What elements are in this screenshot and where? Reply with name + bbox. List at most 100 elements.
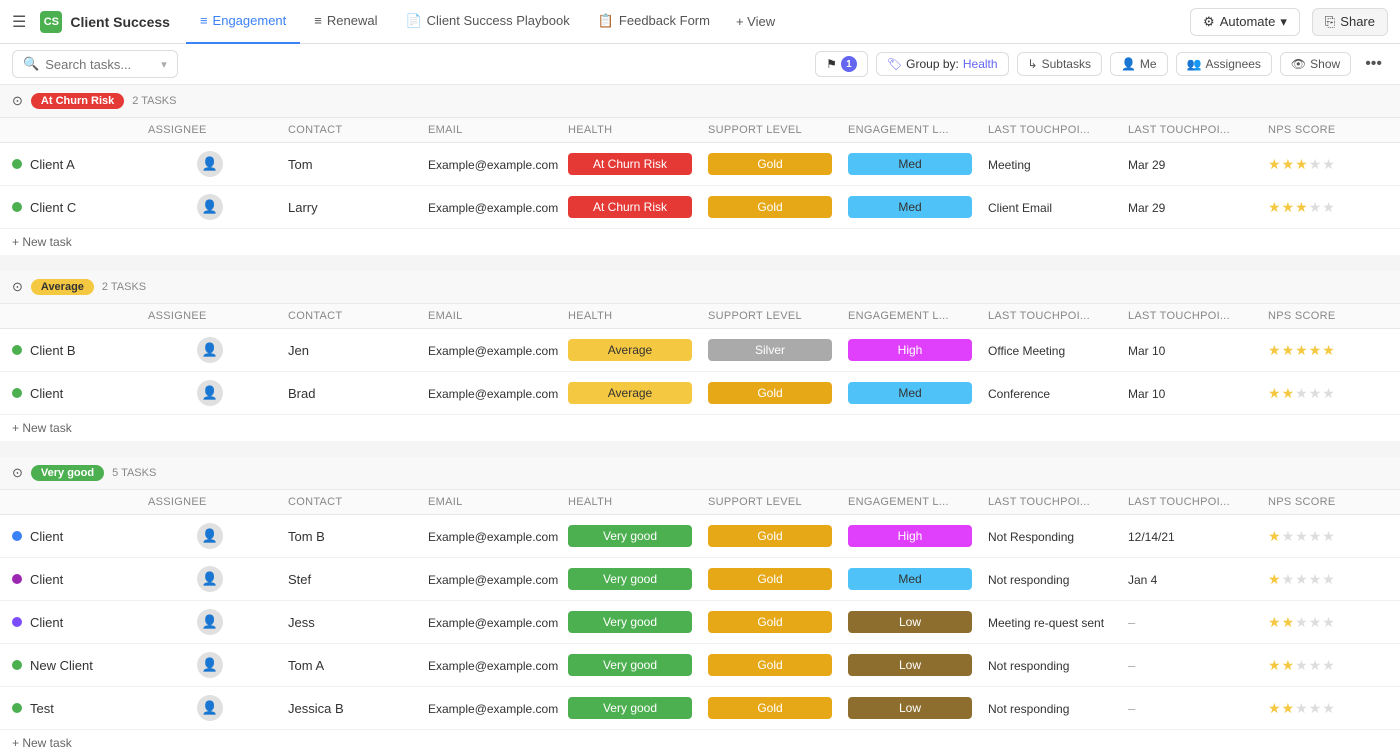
contact-name: Jen: [288, 343, 309, 358]
avatar: 👤: [197, 609, 223, 635]
tab-renewal-label: Renewal: [327, 13, 378, 28]
filter-button[interactable]: ⚑ 1: [815, 51, 868, 77]
show-button[interactable]: 👁 Show: [1280, 52, 1351, 76]
group-churn: ⊙ At Churn Risk 2 TASKS ASSIGNEE CONTACT…: [0, 85, 1400, 271]
table-row[interactable]: Client 👤 Brad Example@example.com Averag…: [0, 372, 1400, 415]
health-badge: Very good: [568, 697, 692, 719]
share-button[interactable]: ⎘ Share: [1312, 8, 1388, 36]
task-dot: [12, 531, 22, 541]
me-button[interactable]: 👤 Me: [1110, 52, 1168, 76]
col-header-touchpoint2: LAST TOUCHPOI...: [1120, 304, 1260, 329]
table-row[interactable]: New Client 👤 Tom A Example@example.com V…: [0, 644, 1400, 687]
subtasks-button[interactable]: ↳ Subtasks: [1017, 52, 1102, 76]
group-by-label: Group by:: [906, 57, 959, 71]
col-header-contact: CONTACT: [280, 304, 420, 329]
avatar: 👤: [197, 695, 223, 721]
tab-renewal[interactable]: ≡ Renewal: [300, 0, 391, 44]
star-4: ★: [1309, 199, 1322, 216]
engagement-badge: Med: [848, 196, 972, 218]
contact-name: Larry: [288, 200, 318, 215]
new-task-label[interactable]: + New task: [12, 235, 72, 249]
churn-collapse-icon[interactable]: ⊙: [12, 93, 23, 109]
col-header-touchpoint2: LAST TOUCHPOI...: [1120, 118, 1260, 143]
group-by-button[interactable]: 🏷 Group by: Health: [876, 52, 1009, 76]
col-header-name: [0, 490, 140, 515]
renewal-icon: ≡: [314, 13, 322, 28]
automate-label: Automate: [1220, 14, 1276, 29]
health-cell: Very good: [560, 644, 700, 687]
add-view-button[interactable]: + View: [724, 0, 787, 44]
contact-cell: Jess: [280, 601, 420, 644]
new-task-row-verygood[interactable]: + New task: [0, 730, 1400, 756]
table-row[interactable]: Client 👤 Stef Example@example.com Very g…: [0, 558, 1400, 601]
automate-button[interactable]: ⚙ Automate ▾: [1190, 8, 1300, 36]
touchpoint-text: Not responding: [988, 702, 1069, 716]
hamburger-icon[interactable]: ☰: [12, 12, 26, 32]
task-dot: [12, 202, 22, 212]
star-2: ★: [1282, 156, 1295, 173]
nps-stars: ★ ★ ★ ★ ★: [1268, 199, 1392, 216]
nav-tabs: ≡ Engagement ≡ Renewal 📄 Client Success …: [186, 0, 787, 44]
table-row[interactable]: Client C 👤 Larry Example@example.com At …: [0, 186, 1400, 229]
new-task-label[interactable]: + New task: [12, 421, 72, 435]
assignee-cell: 👤: [140, 644, 280, 687]
touchpoint-date: Mar 29: [1128, 201, 1165, 215]
table-row[interactable]: Client 👤 Jess Example@example.com Very g…: [0, 601, 1400, 644]
health-badge: Very good: [568, 568, 692, 590]
task-dot: [12, 617, 22, 627]
star-5: ★: [1322, 199, 1335, 216]
health-cell: Average: [560, 329, 700, 372]
task-name-label: Test: [30, 701, 54, 716]
churn-badge: At Churn Risk: [31, 93, 124, 109]
nps-cell: ★ ★ ★ ★ ★: [1260, 515, 1400, 558]
filter-icon: ⚑: [826, 57, 837, 71]
table-row[interactable]: Client B 👤 Jen Example@example.com Avera…: [0, 329, 1400, 372]
table-row[interactable]: Client 👤 Tom B Example@example.com Very …: [0, 515, 1400, 558]
assignee-cell: 👤: [140, 186, 280, 229]
playbook-icon: 📄: [405, 13, 421, 29]
assignees-button[interactable]: 👥 Assignees: [1176, 52, 1272, 76]
contact-name: Brad: [288, 386, 315, 401]
average-collapse-icon[interactable]: ⊙: [12, 279, 23, 295]
avatar: 👤: [197, 380, 223, 406]
table-row[interactable]: Test 👤 Jessica B Example@example.com Ver…: [0, 687, 1400, 730]
email-cell: Example@example.com: [420, 601, 560, 644]
engagement-badge: High: [848, 339, 972, 361]
col-header-support: SUPPORT LEVEL: [700, 118, 840, 143]
col-header-contact: CONTACT: [280, 490, 420, 515]
tab-engagement[interactable]: ≡ Engagement: [186, 0, 300, 44]
verygood-collapse-icon[interactable]: ⊙: [12, 465, 23, 481]
tab-feedback[interactable]: 📋 Feedback Form: [584, 0, 724, 44]
task-name-label: Client A: [30, 157, 75, 172]
avatar: 👤: [197, 652, 223, 678]
new-task-row-churn[interactable]: + New task: [0, 229, 1400, 256]
share-label: Share: [1340, 14, 1375, 29]
tab-playbook[interactable]: 📄 Client Success Playbook: [391, 0, 583, 44]
task-name-cell: New Client: [0, 644, 140, 687]
nps-cell: ★ ★ ★ ★ ★: [1260, 558, 1400, 601]
touchpoint1-cell: Not Responding: [980, 515, 1120, 558]
search-input[interactable]: [45, 57, 155, 72]
nps-cell: ★ ★ ★ ★ ★: [1260, 329, 1400, 372]
avatar: 👤: [197, 566, 223, 592]
star-5: ★: [1322, 156, 1335, 173]
new-task-label[interactable]: + New task: [12, 736, 72, 750]
support-badge: Silver: [708, 339, 832, 361]
email-cell: Example@example.com: [420, 644, 560, 687]
star-3: ★: [1295, 385, 1308, 402]
search-box[interactable]: 🔍 ▾: [12, 50, 178, 78]
support-cell: Gold: [700, 186, 840, 229]
touchpoint-date: –: [1128, 615, 1135, 630]
col-header-support: SUPPORT LEVEL: [700, 490, 840, 515]
contact-name: Jess: [288, 615, 315, 630]
new-task-row-average[interactable]: + New task: [0, 415, 1400, 442]
task-name-label: Client: [30, 529, 63, 544]
more-options-button[interactable]: •••: [1359, 51, 1388, 77]
contact-name: Stef: [288, 572, 311, 587]
touchpoint-date: Mar 29: [1128, 158, 1165, 172]
avatar: 👤: [197, 194, 223, 220]
health-cell: At Churn Risk: [560, 186, 700, 229]
star-4: ★: [1309, 156, 1322, 173]
table-row[interactable]: Client A 👤 Tom Example@example.com At Ch…: [0, 143, 1400, 186]
task-name-cell: Client C: [0, 186, 140, 229]
